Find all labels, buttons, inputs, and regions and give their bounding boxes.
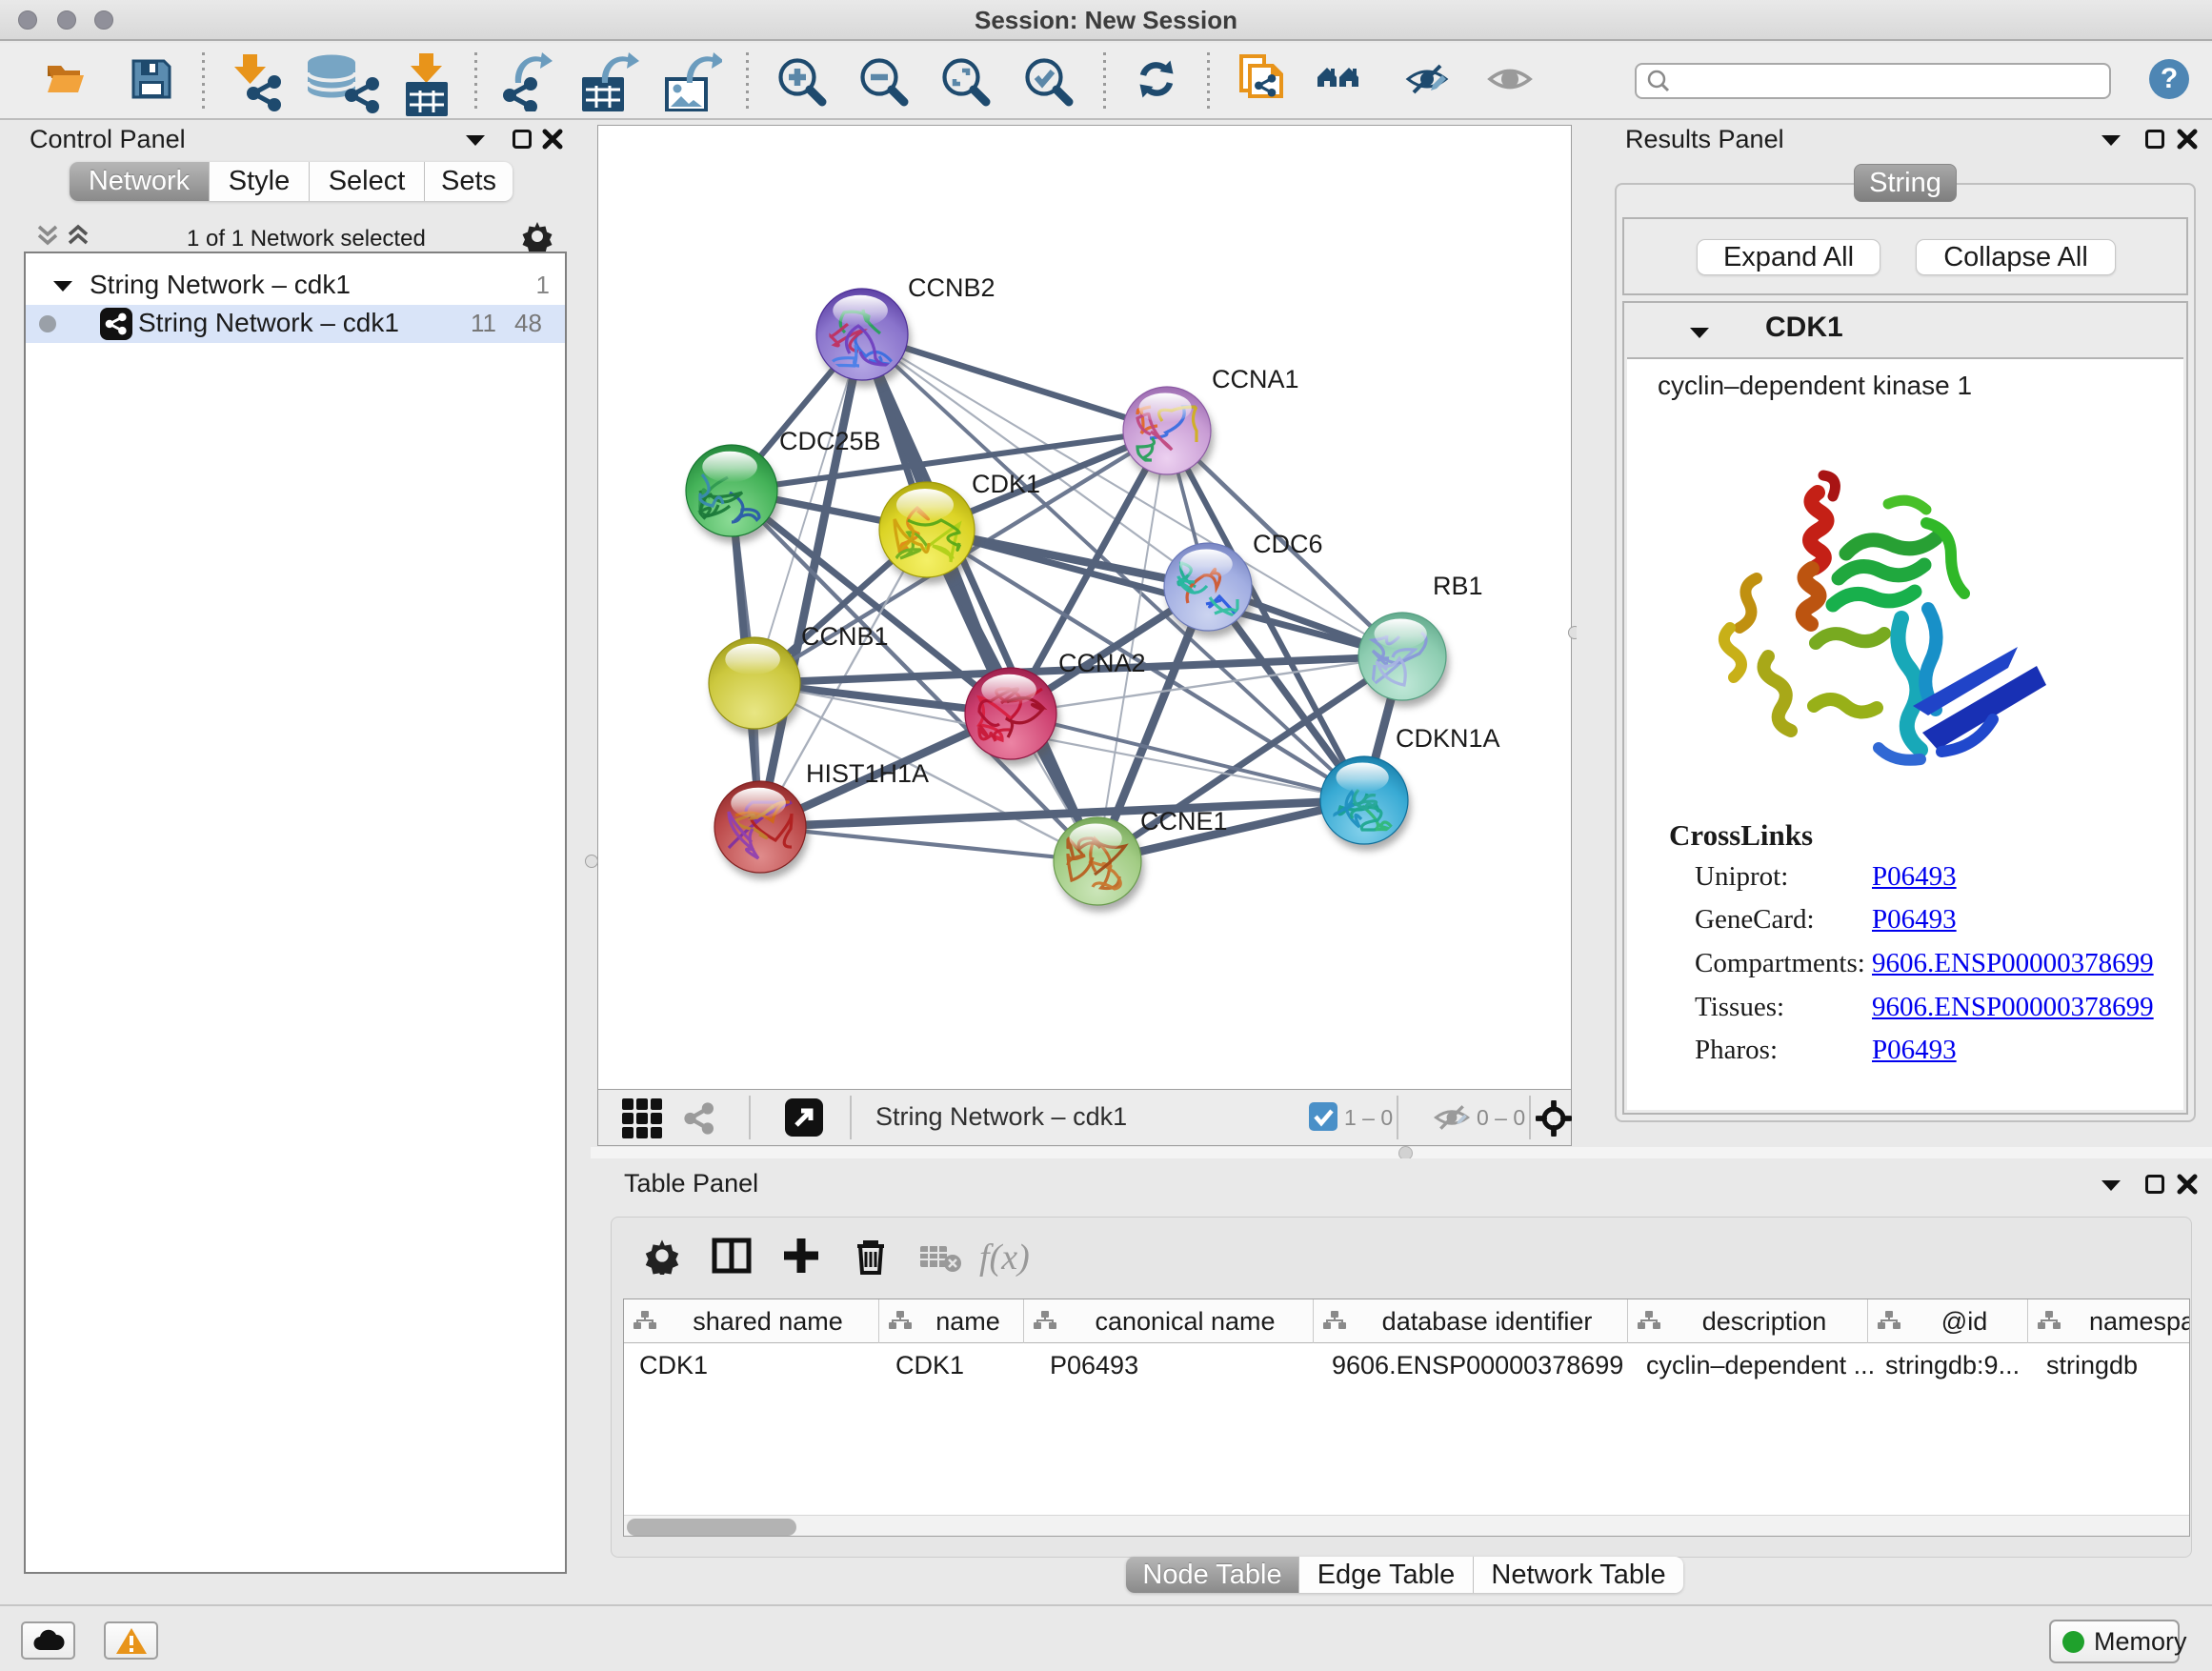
svg-text:CDC6: CDC6 (1253, 530, 1323, 558)
svg-text:CCNB2: CCNB2 (908, 273, 995, 302)
svg-text:?: ? (2161, 63, 2178, 94)
svg-text:RB1: RB1 (1433, 572, 1483, 600)
svg-text:CDKN1A: CDKN1A (1396, 724, 1500, 753)
svg-text:CCNA2: CCNA2 (1058, 649, 1146, 677)
svg-text:HIST1H1A: HIST1H1A (806, 759, 929, 788)
svg-text:CDK1: CDK1 (972, 470, 1040, 498)
svg-text:CCNB1: CCNB1 (801, 622, 889, 651)
svg-text:CDC25B: CDC25B (779, 427, 881, 455)
svg-text:CCNA1: CCNA1 (1212, 365, 1299, 393)
svg-text:CCNE1: CCNE1 (1140, 807, 1228, 836)
